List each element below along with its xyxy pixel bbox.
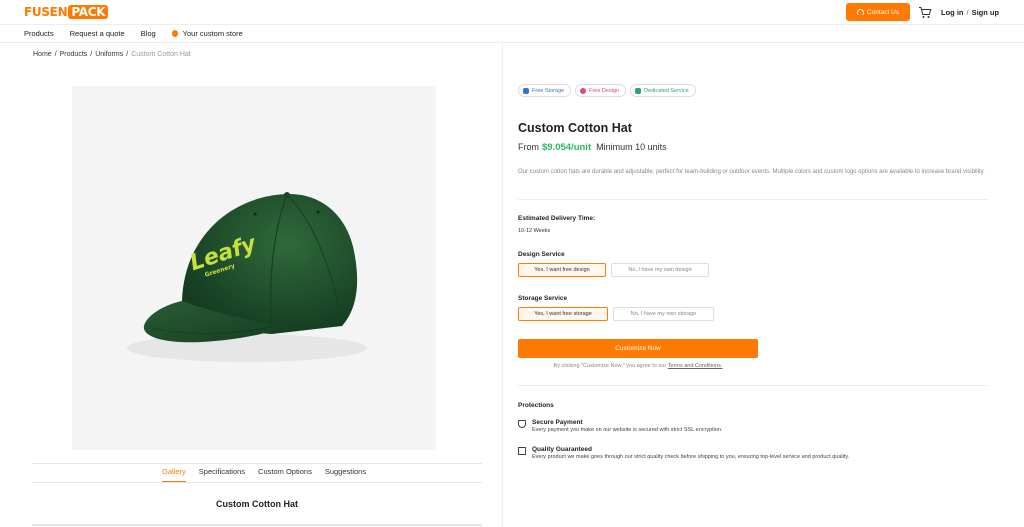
design-option-no[interactable]: No, I have my own design [611, 263, 709, 277]
badge-free-storage-label: Free Storage [532, 87, 565, 94]
product-description: Our custom cotton hats are durable and a… [518, 169, 985, 175]
certificate-icon [518, 447, 526, 455]
customize-now-button[interactable]: Customize Now [518, 339, 758, 358]
nav-item-blog[interactable]: Blog [141, 29, 156, 38]
tab-specifications[interactable]: Specifications [199, 467, 245, 482]
design-icon [580, 87, 587, 94]
badge-dedicated-service-label: Dedicated Service [644, 87, 689, 94]
delivery-value: 10-12 Weeks [518, 228, 551, 234]
storage-option-yes[interactable]: Yes, I want free storage [518, 307, 608, 321]
price-amount: $9.054/unit [542, 142, 592, 153]
breadcrumb-current: Custom Cotton Hat [131, 51, 191, 58]
site-logo[interactable]: FUSEN PACK [24, 5, 109, 19]
badge-free-storage: Free Storage [518, 84, 572, 97]
breadcrumb-uniforms[interactable]: Uniforms [95, 51, 123, 58]
gallery-tabs: Gallery Specifications Custom Options Su… [162, 467, 366, 482]
badge-dedicated-service: Dedicated Service [630, 84, 696, 97]
divider [518, 385, 988, 386]
storage-icon [523, 87, 529, 94]
store-icon [171, 30, 178, 37]
login-link[interactable]: Log in [941, 8, 964, 17]
breadcrumb-separator: / [54, 51, 57, 58]
logo-text-right: PACK [68, 5, 109, 19]
nav-item-custom-store[interactable]: Your custom store [171, 29, 243, 38]
headset-icon [856, 8, 864, 16]
terms-notice-text: By clicking "Customize Now," you agree t… [553, 363, 667, 369]
gallery-tabs-divider [32, 482, 482, 483]
badge-free-design: Free Design [575, 84, 627, 97]
protection-quality-guaranteed: Quality Guaranteed Every product we make… [518, 446, 849, 460]
protection-title: Secure Payment [532, 419, 583, 426]
logo-text-left: FUSEN [24, 5, 68, 19]
cart-icon[interactable] [918, 6, 932, 19]
contact-us-label: Contact Us [866, 8, 900, 16]
product-image[interactable]: Leafy Greenery [72, 86, 436, 450]
section-divider [32, 524, 482, 526]
site-header: FUSEN PACK Contact Us Log in / Sign up [0, 0, 1024, 25]
breadcrumb-separator: / [126, 51, 129, 58]
storage-option-no[interactable]: No, I have my own storage [613, 307, 714, 321]
service-icon [635, 87, 642, 94]
nav-item-custom-store-label: Your custom store [182, 29, 243, 38]
auth-separator: / [966, 8, 969, 17]
breadcrumb-home[interactable]: Home [33, 51, 52, 58]
nav-item-request-quote[interactable]: Request a quote [70, 29, 125, 38]
product-title: Custom Cotton Hat [518, 121, 632, 135]
delivery-label: Estimated Delivery Time: [518, 215, 596, 222]
tab-gallery[interactable]: Gallery [162, 467, 186, 482]
design-option-yes[interactable]: Yes, I want free design [518, 263, 606, 277]
tab-custom-options[interactable]: Custom Options [258, 467, 312, 482]
protection-title: Quality Guaranteed [532, 446, 592, 453]
breadcrumb: Home / Products / Uniforms / Custom Cott… [33, 51, 191, 58]
breadcrumb-separator: / [90, 51, 93, 58]
protection-secure-payment: Secure Payment Every payment you make on… [518, 419, 723, 433]
contact-us-button[interactable]: Contact Us [846, 3, 910, 21]
tab-suggestions[interactable]: Suggestions [325, 467, 366, 482]
divider [518, 199, 988, 200]
protection-text: Every payment you make on our website is… [532, 427, 723, 433]
design-service-label: Design Service [518, 251, 565, 258]
cap-illustration: Leafy Greenery [127, 192, 367, 362]
main-nav: Products Request a quote Blog Your custo… [0, 25, 1024, 43]
product-price: From $9.054/unit Minimum 10 units [518, 142, 667, 153]
storage-service-label: Storage Service [518, 295, 568, 302]
breadcrumb-products[interactable]: Products [60, 51, 88, 58]
protection-text: Every product we make goes through our s… [532, 454, 850, 460]
column-divider [502, 43, 503, 527]
badge-free-design-label: Free Design [589, 87, 620, 94]
protections-heading: Protections [518, 402, 554, 409]
signup-link[interactable]: Sign up [972, 8, 1000, 17]
shield-icon [518, 420, 526, 428]
nav-item-products[interactable]: Products [24, 29, 54, 38]
terms-notice: By clicking "Customize Now," you agree t… [518, 363, 758, 369]
auth-links: Log in / Sign up [941, 8, 999, 17]
section-title: Custom Cotton Hat [216, 499, 298, 509]
price-prefix: From [518, 142, 539, 152]
service-badges: Free Storage Free Design Dedicated Servi… [518, 84, 696, 97]
terms-link[interactable]: Terms and Conditions. [668, 363, 723, 369]
gallery-top-divider [32, 463, 482, 464]
minimum-order: Minimum 10 units [596, 142, 667, 152]
